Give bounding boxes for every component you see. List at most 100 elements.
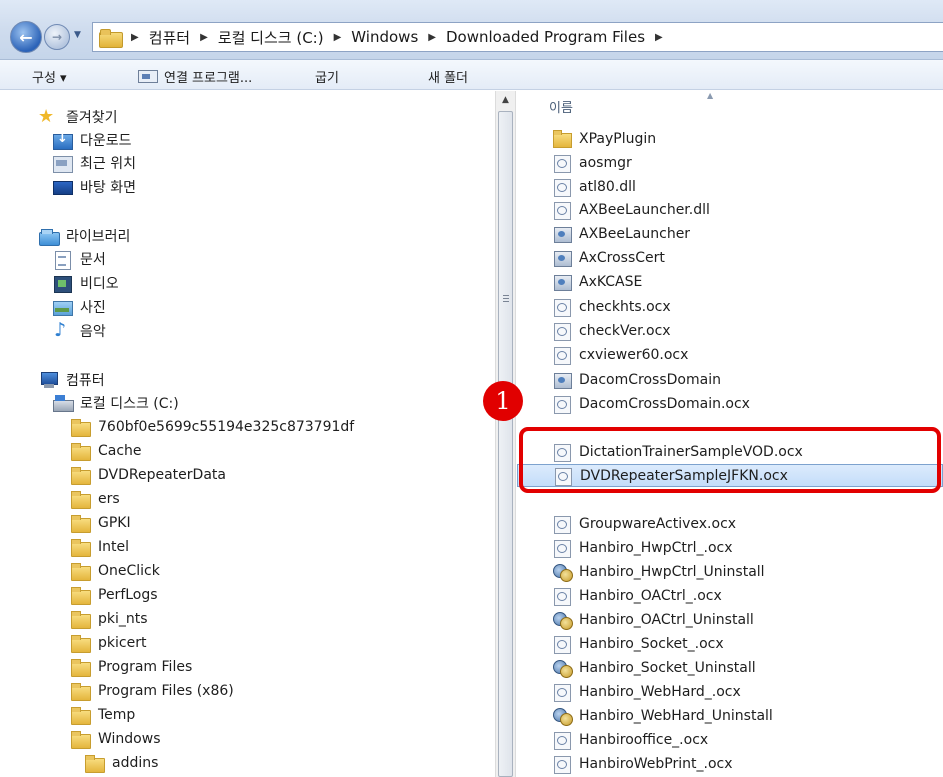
address-box[interactable]: ▶ 컴퓨터 ▶ 로컬 디스크 (C:) ▶ Windows ▶ Download… [92,22,943,52]
nav-item-recent-places[interactable]: 최근 위치 [52,151,136,175]
app-icon [553,225,572,243]
nav-folder-label: Cache [98,443,142,459]
nav-folder[interactable]: 760bf0e5699c55194e325c873791df [70,415,354,439]
new-folder-button[interactable]: 새 폴더 [428,67,468,86]
file-row[interactable]: AxKCASE [517,270,943,293]
breadcrumb-computer[interactable]: 컴퓨터 [149,27,190,48]
file-row[interactable]: DacomCrossDomain.ocx [517,392,943,415]
folder-icon [99,28,123,48]
nav-item-downloads[interactable]: 다운로드 [52,128,132,152]
nav-folder[interactable]: Temp [70,703,135,727]
file-row[interactable]: Hanbiro_Socket_.ocx [517,632,943,655]
nav-folder[interactable]: DVDRepeaterData [70,463,226,487]
nav-item-pictures[interactable]: 사진 [52,295,106,319]
folder-icon [70,658,91,677]
file-row[interactable]: Hanbirooffice_.ocx [517,728,943,751]
nav-scrollbar[interactable]: ▲ [495,91,516,777]
recent-pages-dropdown-icon[interactable]: ▼ [74,30,86,42]
nav-item-local-disk[interactable]: 로컬 디스크 (C:) [52,391,179,415]
nav-folder-label: ers [98,491,120,507]
file-name: DacomCrossDomain.ocx [579,395,750,412]
breadcrumb-arrow-icon[interactable]: ▶ [334,32,342,43]
breadcrumb-arrow-icon[interactable]: ▶ [655,32,663,43]
partial-row-mask [517,415,943,424]
file-row[interactable]: AxCrossCert [517,246,943,269]
recent-places-icon [52,154,73,173]
scroll-up-arrow-icon[interactable]: ▲ [496,91,515,109]
file-row[interactable]: AXBeeLauncher [517,222,943,245]
file-row[interactable]: XPayPlugin [517,127,943,150]
file-name: AxKCASE [579,273,643,290]
file-name: checkhts.ocx [579,298,671,315]
file-name: Hanbiro_WebHard_.ocx [579,683,741,700]
nav-item-documents[interactable]: 문서 [52,247,106,271]
breadcrumb-arrow-icon[interactable]: ▶ [131,32,139,43]
file-row[interactable]: Hanbiro_HwpCtrl_Uninstall [517,560,943,583]
forward-arrow-icon: → [51,30,63,44]
nav-folder[interactable]: Windows [70,727,161,751]
breadcrumb-arrow-icon[interactable]: ▶ [200,32,208,43]
file-name: Hanbiro_HwpCtrl_Uninstall [579,563,765,580]
file-row[interactable]: atl80.dll [517,175,943,198]
uninstall-icon [553,611,573,630]
nav-subfolder[interactable]: addins [84,751,158,775]
nav-computer[interactable]: 컴퓨터 [38,368,105,392]
file-row[interactable]: Hanbiro_OACtrl_Uninstall [517,608,943,631]
file-row[interactable]: Hanbiro_WebHard_.ocx [517,680,943,703]
breadcrumb-local-disk[interactable]: 로컬 디스크 (C:) [218,27,324,48]
breadcrumb-downloaded-program-files[interactable]: Downloaded Program Files [446,28,645,46]
file-row[interactable]: AXBeeLauncher.dll [517,198,943,221]
nav-folder[interactable]: pkicert [70,631,146,655]
scroll-thumb[interactable] [498,111,513,777]
nav-folder[interactable]: Program Files [70,655,192,679]
nav-item-desktop[interactable]: 바탕 화면 [52,175,136,199]
nav-folder[interactable]: pki_nts [70,607,148,631]
file-row[interactable]: Hanbiro_WebHard_Uninstall [517,704,943,727]
folder-icon [70,418,91,437]
nav-favorites[interactable]: 즐겨찾기 [38,105,118,129]
file-row[interactable]: Hanbiro_HwpCtrl_.ocx [517,536,943,559]
nav-libraries[interactable]: 라이브러리 [38,224,130,248]
nav-item-music[interactable]: 음악 [52,319,106,343]
ocx-file-icon [553,395,571,414]
nav-folder[interactable]: Program Files (x86) [70,679,234,703]
folder-icon [553,129,572,148]
nav-folder[interactable]: OneClick [70,559,160,583]
file-row[interactable]: cxviewer60.ocx [517,343,943,366]
computer-icon [38,371,58,389]
file-row[interactable]: GroupwareActivex.ocx [517,512,943,535]
nav-folder[interactable]: ers [70,487,120,511]
file-row[interactable]: checkVer.ocx [517,319,943,342]
breadcrumb-windows[interactable]: Windows [351,28,418,46]
nav-folder[interactable]: GPKI [70,511,131,535]
scroll-grip-icon [503,295,509,302]
app-icon [553,249,572,267]
app-icon [553,273,572,291]
open-with-button[interactable]: 연결 프로그램... [138,67,252,86]
organize-button[interactable]: 구성 ▾ [32,67,67,86]
command-bar: 구성 ▾ 연결 프로그램... 굽기 새 폴더 [0,60,943,90]
nav-item-videos[interactable]: 비디오 [52,271,119,295]
column-header-name[interactable]: 이름 [549,97,573,116]
folder-icon [70,562,91,581]
file-row[interactable]: checkhts.ocx [517,295,943,318]
forward-button[interactable]: → [44,24,70,50]
file-row[interactable]: Hanbiro_Socket_Uninstall [517,656,943,679]
file-row[interactable]: Hanbiro_OACtrl_.ocx [517,584,943,607]
file-row[interactable]: DacomCrossDomain [517,368,943,391]
ocx-file-icon [553,201,571,220]
breadcrumb-arrow-icon[interactable]: ▶ [428,32,436,43]
file-name: AxCrossCert [579,249,665,266]
back-button[interactable]: ← [10,21,42,53]
nav-folder-label: DVDRepeaterData [98,467,226,483]
nav-folder-label: 760bf0e5699c55194e325c873791df [98,419,355,435]
nav-folder[interactable]: Intel [70,535,129,559]
burn-button[interactable]: 굽기 [315,67,339,86]
nav-folder-label: PerfLogs [98,587,158,603]
nav-folder[interactable]: Cache [70,439,142,463]
file-row[interactable]: aosmgr [517,151,943,174]
nav-folder[interactable]: PerfLogs [70,583,158,607]
nav-item-label: 다운로드 [80,133,132,149]
file-row[interactable]: HanbiroWebPrint_.ocx [517,752,943,775]
annotation-badge: 1 [483,381,523,421]
